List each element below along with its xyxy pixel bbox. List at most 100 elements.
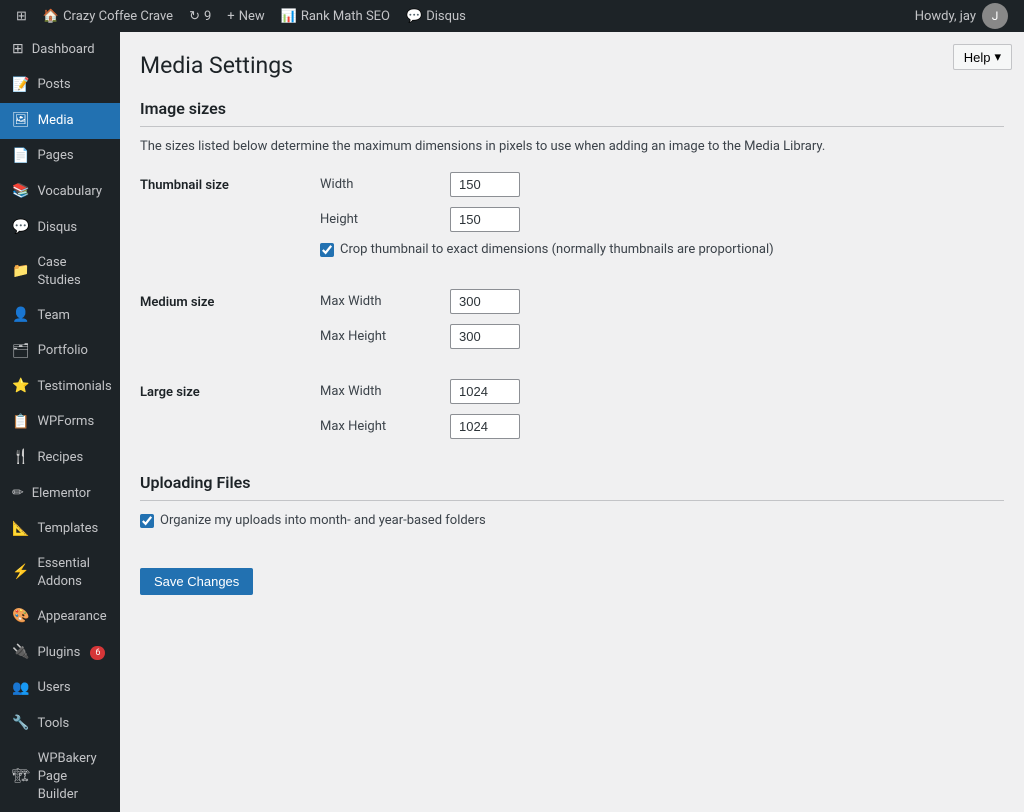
pages-icon: 📄 — [12, 147, 29, 167]
new-icon: + — [227, 9, 234, 24]
avatar: J — [982, 3, 1008, 29]
sidebar-item-templates[interactable]: 📐 Templates — [0, 512, 120, 548]
admin-bar: ⊞ 🏠 Crazy Coffee Crave ↻ 9 + New 📊 Rank … — [0, 0, 1024, 32]
sidebar-item-recipes[interactable]: 🍴 Recipes — [0, 440, 120, 476]
sidebar-item-tools[interactable]: 🔧 Tools — [0, 706, 120, 742]
large-width-row: Max Width — [320, 379, 1004, 404]
thumbnail-label: Thumbnail size — [140, 172, 320, 269]
image-sizes-section: Image sizes The sizes listed below deter… — [140, 99, 1004, 449]
medium-height-input[interactable] — [450, 324, 520, 349]
testimonials-icon: ⭐ — [12, 377, 29, 397]
uploading-files-section: Uploading Files Organize my uploads into… — [140, 473, 1004, 528]
admin-bar-howdy[interactable]: Howdy, jay J — [907, 3, 1016, 29]
medium-width-input[interactable] — [450, 289, 520, 314]
recipes-icon: 🍴 — [12, 448, 29, 468]
chevron-down-icon: ▾ — [994, 49, 1001, 65]
wpforms-icon: 📋 — [12, 413, 29, 433]
large-height-input[interactable] — [450, 414, 520, 439]
sidebar-item-essential-addons[interactable]: ⚡ Essential Addons — [0, 547, 120, 599]
image-sizes-heading: Image sizes — [140, 99, 1004, 127]
large-label: Large size — [140, 379, 320, 449]
admin-bar-wp-logo[interactable]: ⊞ — [8, 0, 35, 32]
sidebar-item-posts[interactable]: 📝 Posts — [0, 68, 120, 104]
medium-height-row: Max Height — [320, 324, 1004, 349]
medium-max-height-label: Max Height — [320, 329, 450, 344]
plugins-badge: 6 — [90, 646, 105, 661]
main-content: Media Settings Image sizes The sizes lis… — [120, 32, 1024, 812]
large-size-block: Large size Max Width Max Height — [140, 379, 1004, 449]
home-icon: 🏠 — [43, 9, 59, 24]
tools-icon: 🔧 — [12, 714, 29, 734]
organize-uploads-label: Organize my uploads into month- and year… — [160, 513, 486, 528]
thumbnail-height-input[interactable] — [450, 207, 520, 232]
sidebar-item-case-studies[interactable]: 📁 Case Studies — [0, 246, 120, 298]
help-button[interactable]: Help ▾ — [953, 44, 1012, 70]
image-sizes-description: The sizes listed below determine the max… — [140, 139, 1004, 154]
large-fields: Max Width Max Height — [320, 379, 1004, 449]
sidebar-item-plugins[interactable]: 🔌 Plugins 6 — [0, 635, 120, 671]
admin-bar-rank-math[interactable]: 📊 Rank Math SEO — [273, 0, 398, 32]
thumbnail-fields: Width Height Crop thumbnail to exact dim… — [320, 172, 1004, 269]
dashboard-icon: ⊞ — [12, 40, 24, 60]
team-icon: 👤 — [12, 306, 29, 326]
medium-size-group: Medium size Max Width Max Height — [140, 289, 1004, 359]
admin-bar-disqus[interactable]: 💬 Disqus — [398, 0, 474, 32]
sidebar-item-media[interactable]: 🖼 Media — [0, 103, 120, 139]
sidebar-item-disqus[interactable]: 💬 Disqus — [0, 210, 120, 246]
thumbnail-height-row: Height — [320, 207, 1004, 232]
portfolio-icon: 🗂 — [12, 342, 30, 362]
disqus-sidebar-icon: 💬 — [12, 218, 29, 238]
large-max-width-label: Max Width — [320, 384, 450, 399]
sidebar-item-pages[interactable]: 📄 Pages — [0, 139, 120, 175]
thumbnail-width-input[interactable] — [450, 172, 520, 197]
users-icon: 👥 — [12, 679, 29, 699]
wp-layout: ⊞ Dashboard 📝 Posts 🖼 Media 📄 Pages 📚 Vo… — [0, 32, 1024, 812]
admin-bar-new[interactable]: + New — [219, 0, 272, 32]
thumbnail-size-group: Thumbnail size Width Height Crop thum — [140, 172, 1004, 269]
admin-bar-right: Howdy, jay J — [907, 3, 1016, 29]
thumbnail-crop-checkbox[interactable] — [320, 243, 334, 257]
large-width-input[interactable] — [450, 379, 520, 404]
wpbakery-icon: 🏗 — [12, 767, 30, 787]
admin-bar-updates[interactable]: ↻ 9 — [181, 0, 219, 32]
sidebar: ⊞ Dashboard 📝 Posts 🖼 Media 📄 Pages 📚 Vo… — [0, 32, 120, 812]
sidebar-item-portfolio[interactable]: 🗂 Portfolio — [0, 334, 120, 370]
sidebar-item-dashboard[interactable]: ⊞ Dashboard — [0, 32, 120, 68]
organize-uploads-row: Organize my uploads into month- and year… — [140, 513, 1004, 528]
media-icon: 🖼 — [12, 111, 30, 131]
sidebar-item-testimonials[interactable]: ⭐ Testimonials — [0, 369, 120, 405]
thumbnail-height-label: Height — [320, 212, 450, 227]
uploading-files-heading: Uploading Files — [140, 473, 1004, 501]
help-button-wrap: Help ▾ — [953, 44, 1012, 70]
large-size-group: Large size Max Width Max Height — [140, 379, 1004, 449]
essential-addons-icon: ⚡ — [12, 563, 29, 583]
thumbnail-width-row: Width — [320, 172, 1004, 197]
medium-width-row: Max Width — [320, 289, 1004, 314]
thumbnail-size-block: Thumbnail size Width Height Crop thum — [140, 172, 1004, 269]
save-changes-button[interactable]: Save Changes — [140, 568, 253, 595]
thumbnail-crop-label: Crop thumbnail to exact dimensions (norm… — [340, 242, 774, 257]
organize-uploads-checkbox[interactable] — [140, 514, 154, 528]
sidebar-item-team[interactable]: 👤 Team — [0, 298, 120, 334]
medium-size-block: Medium size Max Width Max Height — [140, 289, 1004, 359]
templates-icon: 📐 — [12, 520, 29, 540]
appearance-icon: 🎨 — [12, 607, 29, 627]
medium-label: Medium size — [140, 289, 320, 359]
posts-icon: 📝 — [12, 76, 29, 96]
sidebar-item-appearance[interactable]: 🎨 Appearance — [0, 599, 120, 635]
medium-fields: Max Width Max Height — [320, 289, 1004, 359]
medium-max-width-label: Max Width — [320, 294, 450, 309]
case-studies-icon: 📁 — [12, 262, 29, 282]
sidebar-item-elementor[interactable]: ✏ Elementor — [0, 476, 120, 512]
thumbnail-crop-row: Crop thumbnail to exact dimensions (norm… — [320, 242, 1004, 257]
sidebar-item-users[interactable]: 👥 Users — [0, 671, 120, 707]
large-height-row: Max Height — [320, 414, 1004, 439]
sidebar-item-vocabulary[interactable]: 📚 Vocabulary — [0, 174, 120, 210]
sidebar-item-wpbakery[interactable]: 🏗 WPBakery Page Builder — [0, 742, 120, 812]
plugins-icon: 🔌 — [12, 643, 29, 663]
sidebar-item-wpforms[interactable]: 📋 WPForms — [0, 405, 120, 441]
admin-bar-site-name[interactable]: 🏠 Crazy Coffee Crave — [35, 0, 181, 32]
vocabulary-icon: 📚 — [12, 182, 29, 202]
large-max-height-label: Max Height — [320, 419, 450, 434]
wp-logo-icon: ⊞ — [16, 9, 27, 24]
